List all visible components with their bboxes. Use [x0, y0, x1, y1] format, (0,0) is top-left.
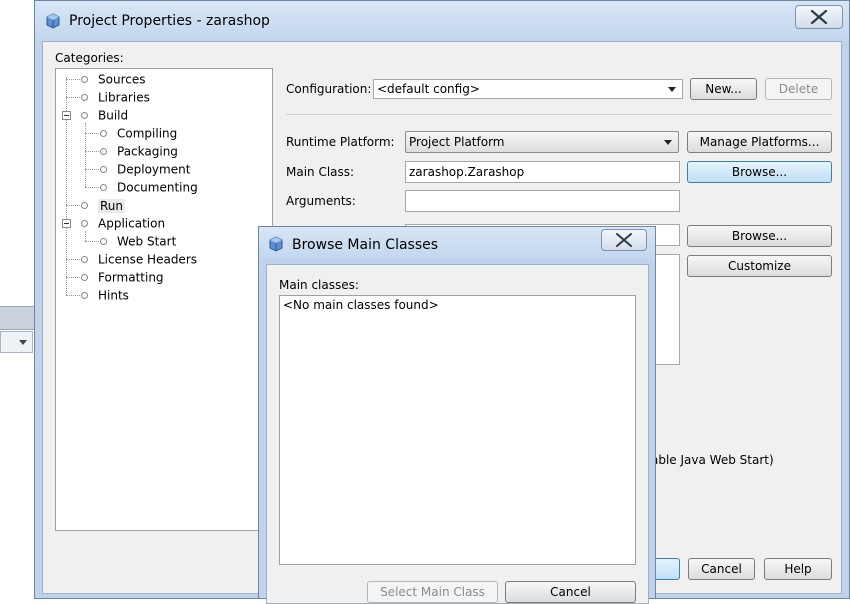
- tree-line: [66, 77, 67, 295]
- browse-dialog-title: Browse Main Classes: [292, 237, 439, 253]
- tree-item-packaging[interactable]: Packaging: [100, 142, 178, 160]
- tree-node-icon: [81, 220, 88, 227]
- tree-node-icon: [81, 292, 88, 299]
- background-panel-header: [0, 306, 36, 330]
- tree-item-hints[interactable]: Hints: [81, 286, 129, 304]
- close-icon: [810, 10, 828, 24]
- tree-node-icon: [100, 148, 107, 155]
- configuration-select[interactable]: <default config>: [373, 79, 683, 99]
- tree-item-build[interactable]: Build: [81, 106, 128, 124]
- tree-line: [85, 241, 101, 242]
- close-button[interactable]: [795, 5, 843, 29]
- browse-cancel-button[interactable]: Cancel: [505, 581, 636, 603]
- tree-node-icon: [81, 94, 88, 101]
- chevron-down-icon: [19, 340, 27, 345]
- manage-platforms-button[interactable]: Manage Platforms...: [687, 131, 832, 153]
- background-combo[interactable]: [0, 331, 33, 353]
- tree-item-deployment[interactable]: Deployment: [100, 160, 190, 178]
- tree-item-license-headers[interactable]: License Headers: [81, 250, 197, 268]
- tree-item-libraries[interactable]: Libraries: [81, 88, 150, 106]
- runtime-platform-label: Runtime Platform:: [286, 135, 395, 149]
- select-main-class-button[interactable]: Select Main Class: [367, 581, 498, 603]
- browse-close-button[interactable]: [601, 229, 647, 251]
- main-class-input[interactable]: zarashop.Zarashop: [405, 161, 680, 183]
- chevron-down-icon: [664, 140, 672, 145]
- chevron-down-icon: [668, 87, 676, 92]
- arguments-input[interactable]: [405, 190, 680, 212]
- empty-list-text: <No main classes found>: [283, 298, 439, 312]
- tree-node-icon: [81, 112, 88, 119]
- netbeans-cube-icon: [269, 236, 283, 252]
- title-bar[interactable]: Project Properties - zarashop: [35, 1, 849, 41]
- tree-item-application[interactable]: Application: [81, 214, 165, 232]
- help-button[interactable]: Help: [764, 558, 832, 580]
- webstart-note: able Java Web Start): [651, 453, 774, 467]
- tree-line: [66, 295, 82, 296]
- tree-line: [85, 151, 101, 152]
- tree-line: [66, 79, 82, 80]
- categories-tree[interactable]: Sources Libraries Build Compiling Packag…: [55, 68, 273, 531]
- tree-item-run[interactable]: Run: [81, 196, 126, 214]
- main-classes-list[interactable]: <No main classes found>: [279, 295, 636, 565]
- dialog-title: Project Properties - zarashop: [69, 13, 270, 29]
- runtime-platform-select[interactable]: Project Platform: [405, 131, 679, 153]
- tree-node-icon: [100, 166, 107, 173]
- tree-node-icon: [81, 76, 88, 83]
- tree-line: [66, 205, 82, 206]
- browse-working-dir-button[interactable]: Browse...: [687, 225, 832, 247]
- tree-item-compiling[interactable]: Compiling: [100, 124, 177, 142]
- tree-line: [85, 169, 101, 170]
- tree-node-icon: [100, 130, 107, 137]
- separator: [286, 114, 832, 115]
- tree-line: [85, 231, 86, 241]
- tree-node-icon: [81, 274, 88, 281]
- netbeans-cube-icon: [46, 13, 60, 29]
- configuration-value: <default config>: [377, 82, 480, 96]
- collapse-toggle-build[interactable]: [62, 111, 71, 120]
- tree-node-icon: [100, 238, 107, 245]
- tree-line: [66, 259, 82, 260]
- customize-button[interactable]: Customize: [687, 255, 832, 277]
- tree-node-icon: [81, 202, 88, 209]
- tree-item-sources[interactable]: Sources: [81, 70, 145, 88]
- collapse-toggle-application[interactable]: [62, 219, 71, 228]
- categories-label: Categories:: [55, 51, 124, 65]
- close-icon: [616, 233, 632, 247]
- tree-item-documenting[interactable]: Documenting: [100, 178, 198, 196]
- browse-title-bar[interactable]: Browse Main Classes: [259, 227, 655, 259]
- arguments-label: Arguments:: [286, 194, 356, 208]
- browse-main-classes-dialog: Browse Main Classes Main classes: <No ma…: [258, 226, 656, 604]
- tree-item-formatting[interactable]: Formatting: [81, 268, 164, 286]
- configuration-label: Configuration:: [286, 82, 372, 96]
- tree-line: [85, 187, 101, 188]
- delete-config-button[interactable]: Delete: [765, 78, 832, 100]
- main-classes-label: Main classes:: [279, 278, 359, 292]
- tree-item-web-start[interactable]: Web Start: [100, 232, 176, 250]
- main-class-label: Main Class:: [286, 165, 355, 179]
- runtime-platform-value: Project Platform: [409, 135, 505, 149]
- tree-node-icon: [100, 184, 107, 191]
- tree-line: [85, 133, 101, 134]
- browse-main-class-button[interactable]: Browse...: [687, 161, 832, 183]
- new-config-button[interactable]: New...: [690, 78, 757, 100]
- browse-dialog-content: Main classes: <No main classes found> Se…: [266, 264, 649, 604]
- cancel-button[interactable]: Cancel: [688, 558, 755, 580]
- tree-line: [66, 97, 82, 98]
- tree-node-icon: [81, 256, 88, 263]
- tree-line: [66, 277, 82, 278]
